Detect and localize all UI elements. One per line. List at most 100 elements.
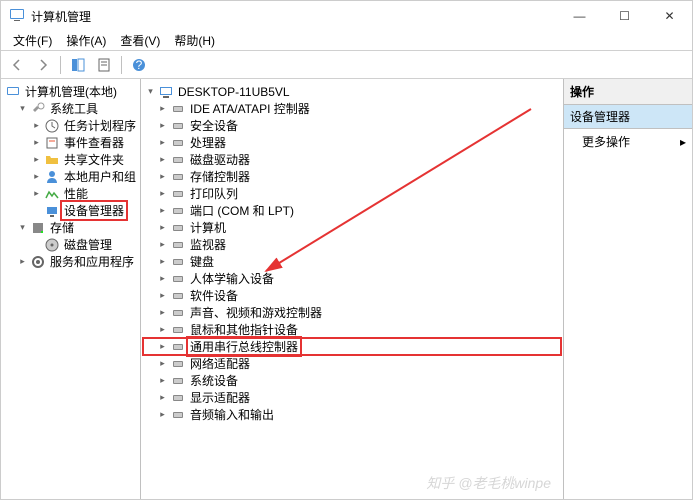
expand-icon[interactable]: ▸ bbox=[157, 222, 168, 233]
tree-storage[interactable]: ▾ 存储 bbox=[3, 219, 138, 236]
expand-icon[interactable]: ▸ bbox=[157, 324, 168, 335]
tree-event-viewer[interactable]: ▸事件查看器 bbox=[3, 134, 138, 151]
window-title: 计算机管理 bbox=[31, 8, 91, 25]
device-category[interactable]: ▸ IDE ATA/ATAPI 控制器 bbox=[143, 100, 561, 117]
actions-panel: 操作 设备管理器 更多操作 ▸ bbox=[564, 79, 692, 499]
tree-performance[interactable]: ▸性能 bbox=[3, 185, 138, 202]
category-label: 端口 (COM 和 LPT) bbox=[188, 202, 296, 219]
expand-icon[interactable]: ▸ bbox=[31, 120, 42, 131]
toolbar-separator bbox=[60, 56, 61, 74]
expand-icon[interactable]: ▸ bbox=[157, 392, 168, 403]
device-category[interactable]: ▸安全设备 bbox=[143, 117, 561, 134]
close-button[interactable]: ✕ bbox=[647, 1, 692, 31]
help-button[interactable]: ? bbox=[127, 54, 151, 76]
device-computer-root[interactable]: ▾ DESKTOP-11UB5VL bbox=[143, 83, 561, 100]
device-category[interactable]: ▸ 存储控制器 bbox=[143, 168, 561, 185]
category-label: 计算机 bbox=[188, 219, 228, 236]
forward-button[interactable] bbox=[31, 54, 55, 76]
device-category[interactable]: ▸ 监视器 bbox=[143, 236, 561, 253]
device-category[interactable]: ▸音频输入和输出 bbox=[143, 406, 561, 423]
category-label: 监视器 bbox=[188, 236, 228, 253]
category-icon bbox=[170, 288, 186, 304]
expand-icon[interactable]: ▸ bbox=[157, 375, 168, 386]
expand-icon[interactable]: ▸ bbox=[31, 188, 42, 199]
event-icon bbox=[44, 135, 60, 151]
expand-icon[interactable]: ▸ bbox=[31, 154, 42, 165]
category-label: 声音、视频和游戏控制器 bbox=[188, 304, 324, 321]
watermark: 知乎 @老毛桃winpe bbox=[426, 473, 551, 493]
tree-disk-management[interactable]: 磁盘管理 bbox=[3, 236, 138, 253]
menu-view[interactable]: 查看(V) bbox=[114, 30, 166, 51]
category-label: 系统设备 bbox=[188, 372, 240, 389]
device-category[interactable]: ▸ 软件设备 bbox=[143, 287, 561, 304]
expand-icon[interactable]: ▸ bbox=[157, 409, 168, 420]
tree-shared-folders[interactable]: ▸共享文件夹 bbox=[3, 151, 138, 168]
tree-device-manager[interactable]: 设备管理器 bbox=[3, 202, 138, 219]
device-category[interactable]: ▸ 端口 (COM 和 LPT) bbox=[143, 202, 561, 219]
device-category[interactable]: ▸ 网络适配器 bbox=[143, 355, 561, 372]
category-icon bbox=[170, 152, 186, 168]
tools-icon bbox=[30, 101, 46, 117]
device-category[interactable]: ▸ 声音、视频和游戏控制器 bbox=[143, 304, 561, 321]
clock-icon bbox=[44, 118, 60, 134]
expand-icon[interactable]: ▸ bbox=[157, 358, 168, 369]
expand-icon[interactable]: ▸ bbox=[157, 239, 168, 250]
actions-more[interactable]: 更多操作 ▸ bbox=[564, 129, 692, 154]
category-icon bbox=[170, 186, 186, 202]
tree-root[interactable]: 计算机管理(本地) bbox=[3, 83, 138, 100]
menu-file[interactable]: 文件(F) bbox=[7, 30, 58, 51]
expand-icon[interactable]: ▸ bbox=[31, 137, 42, 148]
show-hide-tree-button[interactable] bbox=[66, 54, 90, 76]
maximize-button[interactable]: ☐ bbox=[602, 1, 647, 31]
device-category[interactable]: ▸鼠标和其他指针设备 bbox=[143, 321, 561, 338]
device-category[interactable]: ▸磁盘驱动器 bbox=[143, 151, 561, 168]
category-label: 网络适配器 bbox=[188, 355, 252, 372]
device-category[interactable]: ▸打印队列 bbox=[143, 185, 561, 202]
category-label: 存储控制器 bbox=[188, 168, 252, 185]
back-button[interactable] bbox=[5, 54, 29, 76]
expand-icon[interactable]: ▸ bbox=[157, 188, 168, 199]
device-category[interactable]: ▸ 计算机 bbox=[143, 219, 561, 236]
expand-icon[interactable]: ▸ bbox=[157, 120, 168, 131]
expand-icon[interactable]: ▸ bbox=[157, 154, 168, 165]
collapse-icon[interactable]: ▾ bbox=[17, 222, 28, 233]
category-label: 显示适配器 bbox=[188, 389, 252, 406]
expand-icon[interactable]: ▸ bbox=[157, 137, 168, 148]
expand-icon[interactable]: ▸ bbox=[157, 205, 168, 216]
users-icon bbox=[44, 169, 60, 185]
menu-action[interactable]: 操作(A) bbox=[60, 30, 112, 51]
device-category[interactable]: ▸处理器 bbox=[143, 134, 561, 151]
expand-icon[interactable]: ▸ bbox=[157, 307, 168, 318]
tree-local-users[interactable]: ▸本地用户和组 bbox=[3, 168, 138, 185]
tree-services-apps[interactable]: ▸ 服务和应用程序 bbox=[3, 253, 138, 270]
minimize-button[interactable]: — bbox=[557, 1, 602, 31]
tree-task-scheduler[interactable]: ▸任务计划程序 bbox=[3, 117, 138, 134]
device-category[interactable]: ▸ 通用串行总线控制器 bbox=[143, 338, 561, 355]
expand-icon[interactable]: ▸ bbox=[157, 341, 168, 352]
device-category[interactable]: ▸键盘 bbox=[143, 253, 561, 270]
computer-icon bbox=[158, 84, 174, 100]
collapse-icon[interactable]: ▾ bbox=[17, 103, 28, 114]
device-category[interactable]: ▸ 系统设备 bbox=[143, 372, 561, 389]
category-icon bbox=[170, 305, 186, 321]
category-label: 软件设备 bbox=[188, 287, 240, 304]
properties-button[interactable] bbox=[92, 54, 116, 76]
expand-icon[interactable]: ▸ bbox=[157, 171, 168, 182]
category-icon bbox=[170, 254, 186, 270]
category-label: 通用串行总线控制器 bbox=[188, 338, 300, 355]
device-category[interactable]: ▸人体学输入设备 bbox=[143, 270, 561, 287]
svg-text:?: ? bbox=[136, 58, 143, 72]
menu-help[interactable]: 帮助(H) bbox=[168, 30, 221, 51]
expand-icon[interactable]: ▸ bbox=[157, 103, 168, 114]
actions-selected[interactable]: 设备管理器 bbox=[564, 105, 692, 129]
expand-icon[interactable]: ▸ bbox=[17, 256, 28, 267]
collapse-icon[interactable]: ▾ bbox=[145, 86, 156, 97]
expand-icon[interactable]: ▸ bbox=[31, 171, 42, 182]
device-category[interactable]: ▸ 显示适配器 bbox=[143, 389, 561, 406]
app-icon bbox=[9, 7, 25, 26]
expand-icon[interactable]: ▸ bbox=[157, 273, 168, 284]
expand-icon[interactable]: ▸ bbox=[157, 256, 168, 267]
tree-system-tools[interactable]: ▾ 系统工具 bbox=[3, 100, 138, 117]
category-label: IDE ATA/ATAPI 控制器 bbox=[188, 100, 312, 117]
expand-icon[interactable]: ▸ bbox=[157, 290, 168, 301]
